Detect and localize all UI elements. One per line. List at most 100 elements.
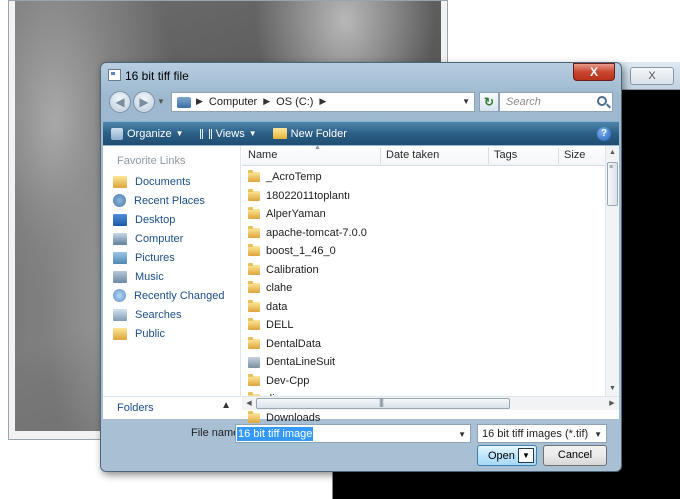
column-divider[interactable] [380, 148, 381, 164]
column-header-name[interactable]: Name [248, 149, 277, 161]
breadcrumb-os-c[interactable]: OS (C:) [276, 96, 313, 108]
column-divider[interactable] [558, 148, 559, 164]
sidebar-item-searches[interactable]: Searches [113, 305, 225, 324]
list-item[interactable]: boost_1_46_0 [248, 242, 367, 261]
column-header-date-taken[interactable]: Date taken [386, 149, 439, 161]
computer-location-icon [177, 97, 191, 108]
open-options-dropdown-icon[interactable]: ▼ [518, 448, 534, 463]
list-item[interactable]: 18022011toplantı [248, 187, 367, 206]
breadcrumb-separator-icon[interactable]: ▶ [319, 96, 326, 108]
organize-icon [111, 127, 123, 140]
folder-icon [248, 373, 260, 386]
back-button[interactable]: ◀ [109, 91, 131, 113]
scroll-down-icon[interactable]: ▼ [606, 382, 619, 396]
scroll-left-icon[interactable]: ◀ [242, 397, 256, 411]
column-header-size[interactable]: Size [564, 149, 585, 161]
folder-icon [248, 410, 260, 423]
search-input[interactable]: Search [499, 92, 613, 112]
breadcrumb-separator-icon[interactable]: ▶ [263, 96, 270, 108]
sidebar-item-label: Searches [135, 308, 182, 321]
sidebar-item-documents[interactable]: Documents [113, 172, 225, 191]
file-name: DELL [266, 319, 294, 332]
sidebar-item-label: Documents [135, 175, 191, 188]
scroll-up-icon[interactable]: ▲ [606, 146, 619, 160]
sidebar-item-desktop[interactable]: Desktop [113, 210, 225, 229]
forward-button[interactable]: ▶ [133, 91, 155, 113]
views-icon [199, 128, 212, 139]
organize-label: Organize [127, 127, 172, 140]
chevron-down-icon: ▼ [594, 430, 602, 439]
dialog-content: Favorite Links Documents Recent Places D… [103, 144, 619, 424]
favorite-links-title: Favorite Links [117, 155, 186, 167]
vertical-scrollbar[interactable]: ▲ ≡ ▼ [605, 146, 619, 396]
dialog-close-button[interactable]: X [573, 63, 615, 81]
file-name: clahe [266, 282, 293, 295]
breadcrumb-separator-icon[interactable]: ▶ [196, 96, 203, 108]
list-item[interactable]: Dev-Cpp [248, 372, 367, 391]
list-item[interactable]: Calibration [248, 261, 367, 280]
file-list: _AcroTemp 18022011toplantı AlperYaman apach… [248, 168, 367, 427]
cancel-button[interactable]: Cancel [543, 445, 607, 466]
file-name-input[interactable]: 16 bit tiff image ▼ [235, 424, 471, 443]
sidebar-item-music[interactable]: Music [113, 267, 225, 286]
recent-pages-dropdown[interactable]: ▼ [157, 97, 165, 106]
list-item[interactable]: DELL [248, 316, 367, 335]
sidebar-item-recent-places[interactable]: Recent Places [113, 191, 225, 210]
address-bar[interactable]: ▶ Computer ▶ OS (C:) ▶ ▼ [171, 92, 475, 112]
help-icon[interactable]: ? [597, 127, 611, 141]
chevron-down-icon: ▼ [175, 129, 184, 138]
file-type-value: 16 bit tiff images (*.tif) [482, 428, 589, 440]
column-divider[interactable] [488, 148, 489, 164]
scroll-right-icon[interactable]: ▶ [605, 397, 619, 411]
sidebar-item-pictures[interactable]: Pictures [113, 248, 225, 267]
list-item[interactable]: DentalData [248, 335, 367, 354]
file-name: Downloads [266, 411, 321, 424]
search-icon[interactable] [597, 96, 607, 106]
sidebar-item-label: Desktop [135, 213, 176, 226]
folder-icon [248, 318, 260, 331]
file-name: apache-tomcat-7.0.0 [266, 226, 367, 239]
new-folder-button[interactable]: New Folder [265, 124, 355, 144]
folder-icon [248, 262, 260, 275]
views-button[interactable]: Views ▼ [192, 124, 265, 144]
file-name: boost_1_46_0 [266, 245, 336, 258]
list-item[interactable]: data [248, 298, 367, 317]
dialog-app-icon [108, 69, 121, 81]
sidebar-item-public[interactable]: Public [113, 324, 225, 343]
command-toolbar: Organize ▼ Views ▼ New Folder ? [103, 121, 619, 145]
organize-button[interactable]: Organize ▼ [103, 124, 192, 144]
folder-icon [248, 299, 260, 312]
chevron-up-icon: ▲ [221, 400, 231, 411]
folder-icon [248, 207, 260, 220]
open-file-dialog: 16 bit tiff file X ◀ ▶ ▼ ▶ Computer ▶ OS… [100, 62, 622, 472]
column-header-tags[interactable]: Tags [494, 149, 517, 161]
search-placeholder: Search [506, 96, 541, 108]
music-icon [113, 270, 127, 283]
sidebar-item-label: Recent Places [134, 194, 205, 207]
folder-icon [248, 336, 260, 349]
refresh-button[interactable]: ↻ [479, 92, 499, 112]
searches-icon [113, 308, 127, 321]
open-button[interactable]: Open ▼ [477, 445, 537, 466]
list-item[interactable]: apache-tomcat-7.0.0 [248, 224, 367, 243]
file-name-value: 16 bit tiff image [237, 427, 314, 441]
horizontal-scroll-thumb[interactable]: ||| [256, 397, 510, 409]
list-item[interactable]: DentaLineSuit [248, 353, 367, 372]
list-item[interactable]: clahe [248, 279, 367, 298]
background-window-close-button[interactable]: X [630, 67, 674, 85]
recent-places-icon [113, 194, 126, 207]
address-dropdown-icon[interactable]: ▼ [462, 97, 470, 106]
sidebar-item-label: Music [135, 270, 164, 283]
folder-icon [248, 188, 260, 201]
list-item[interactable]: AlperYaman [248, 205, 367, 224]
file-name-dropdown-icon[interactable]: ▼ [458, 430, 466, 439]
folders-toggle[interactable]: Folders ▲ [103, 396, 241, 419]
breadcrumb-computer[interactable]: Computer [209, 96, 257, 108]
file-name: AlperYaman [266, 208, 326, 221]
refresh-icon: ↻ [483, 95, 495, 109]
file-type-select[interactable]: 16 bit tiff images (*.tif) ▼ [477, 424, 607, 443]
sidebar-item-recently-changed[interactable]: Recently Changed [113, 286, 225, 305]
horizontal-scrollbar[interactable]: ◀ ||| ▶ [242, 396, 619, 410]
sidebar-item-computer[interactable]: Computer [113, 229, 225, 248]
list-item[interactable]: _AcroTemp [248, 168, 367, 187]
